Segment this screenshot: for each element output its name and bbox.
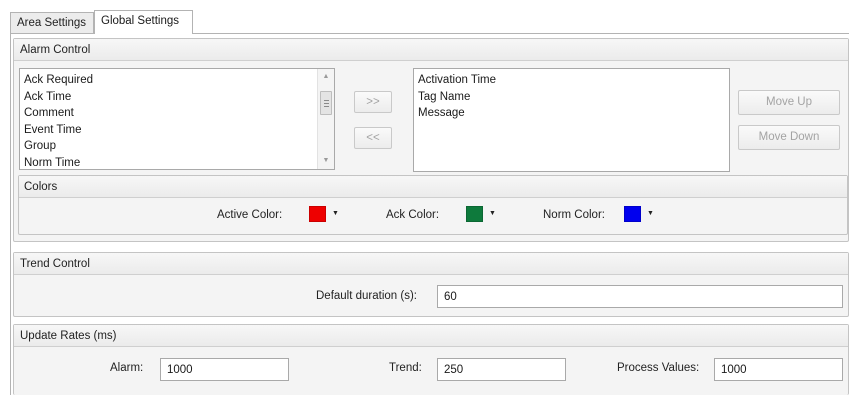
list-item[interactable]: Event Time <box>20 122 334 139</box>
ack-color-dropdown-icon[interactable]: ▼ <box>489 210 496 217</box>
tab-global-settings[interactable]: Global Settings <box>94 10 193 34</box>
process-values-rate-label: Process Values: <box>617 362 700 374</box>
list-item[interactable]: Tag Name <box>414 89 729 106</box>
move-down-button[interactable]: Move Down <box>738 125 840 150</box>
list-item[interactable]: Comment <box>20 105 334 122</box>
norm-color-dropdown-icon[interactable]: ▼ <box>647 210 654 217</box>
colors-title: Colors <box>19 176 847 198</box>
active-color-dropdown-icon[interactable]: ▼ <box>332 210 339 217</box>
list-item[interactable]: Message <box>414 105 729 122</box>
alarm-rate-label: Alarm: <box>110 362 144 374</box>
update-rates-title: Update Rates (ms) <box>14 325 848 347</box>
default-duration-label: Default duration (s): <box>316 290 417 302</box>
available-list-scrollbar[interactable]: ▲ ▼ <box>317 69 334 169</box>
active-color-label: Active Color: <box>217 209 283 221</box>
trend-rate-field[interactable]: 250 <box>437 358 566 381</box>
list-item[interactable]: Group <box>20 138 334 155</box>
alarm-control-title: Alarm Control <box>14 39 848 61</box>
norm-color-swatch[interactable] <box>624 206 641 222</box>
list-item[interactable]: Norm Time <box>20 155 334 170</box>
remove-column-button[interactable]: << <box>354 127 392 149</box>
default-duration-field[interactable]: 60 <box>437 285 843 308</box>
trend-control-title: Trend Control <box>14 253 848 275</box>
add-column-button[interactable]: >> <box>354 91 392 113</box>
process-values-rate-field[interactable]: 1000 <box>714 358 843 381</box>
active-color-swatch[interactable] <box>309 206 326 222</box>
list-item[interactable]: Ack Time <box>20 89 334 106</box>
trend-rate-label: Trend: <box>389 362 422 374</box>
selected-columns-list[interactable]: Activation Time Tag Name Message <box>413 68 730 172</box>
move-up-button[interactable]: Move Up <box>738 90 840 115</box>
alarm-rate-field[interactable]: 1000 <box>160 358 289 381</box>
norm-color-label: Norm Color: <box>543 209 605 221</box>
scroll-down-arrow-icon[interactable]: ▼ <box>318 154 334 168</box>
tab-area-settings[interactable]: Area Settings <box>10 12 94 34</box>
list-item[interactable]: Ack Required <box>20 72 334 89</box>
ack-color-swatch[interactable] <box>466 206 483 222</box>
colors-group: Colors <box>18 175 848 235</box>
list-item[interactable]: Activation Time <box>414 72 729 89</box>
scroll-up-arrow-icon[interactable]: ▲ <box>318 70 334 84</box>
ack-color-label: Ack Color: <box>386 209 440 221</box>
scrollbar-thumb[interactable] <box>320 91 332 115</box>
available-columns-list[interactable]: Ack Required Ack Time Comment Event Time… <box>19 68 335 170</box>
